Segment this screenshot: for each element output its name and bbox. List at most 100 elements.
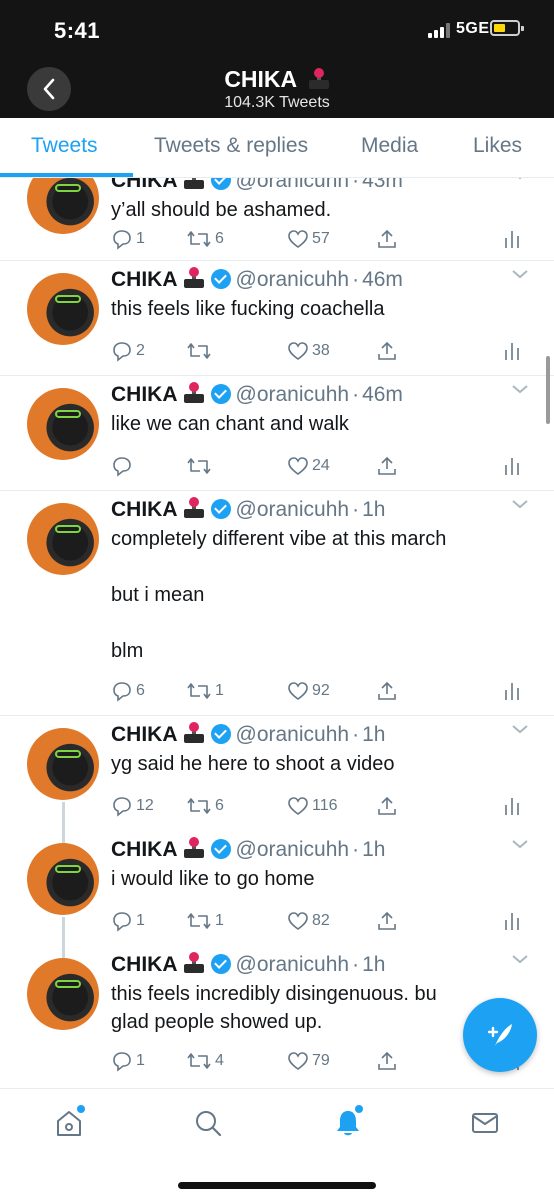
analytics-button[interactable] — [503, 791, 521, 821]
chevron-down-icon[interactable] — [511, 499, 529, 509]
tweet-item[interactable]: CHIKA @oranicuhh · 43m y’all should be asha… — [0, 178, 554, 261]
retweet-button[interactable]: 6 — [186, 224, 224, 254]
tweet-text: this feels like fucking coachella — [111, 298, 385, 320]
share-button[interactable] — [376, 791, 398, 821]
analytics-button[interactable] — [503, 906, 521, 936]
retweet-button[interactable] — [186, 336, 215, 366]
retweet-button[interactable]: 4 — [186, 1046, 224, 1076]
chevron-down-icon[interactable] — [511, 724, 529, 734]
share-button[interactable] — [376, 224, 398, 254]
tweet-author-name[interactable]: CHIKA — [111, 953, 178, 976]
share-button[interactable] — [376, 451, 398, 481]
like-button[interactable]: 79 — [287, 1046, 330, 1076]
nav-messages[interactable] — [465, 1103, 505, 1143]
notifications-dot — [355, 1105, 363, 1113]
reply-button[interactable]: 2 — [111, 336, 145, 366]
avatar[interactable] — [27, 843, 99, 915]
analytics-icon — [505, 231, 519, 248]
tweet-handle[interactable]: @oranicuhh — [236, 268, 350, 291]
compose-tweet-button[interactable] — [463, 998, 537, 1072]
nav-home[interactable] — [49, 1103, 89, 1143]
nav-notifications[interactable] — [328, 1103, 368, 1143]
heart-icon — [288, 797, 308, 815]
like-button[interactable]: 116 — [287, 791, 338, 821]
network-type: 5GE — [456, 20, 490, 37]
tweet-author-name[interactable]: CHIKA — [111, 178, 178, 192]
retweet-icon — [187, 798, 211, 814]
tweet-author-name[interactable]: CHIKA — [111, 498, 178, 521]
home-notification-dot — [77, 1105, 85, 1113]
analytics-button[interactable] — [503, 451, 521, 481]
tab-media[interactable]: Media — [361, 134, 418, 158]
tweet-feed[interactable]: CHIKA @oranicuhh · 43m y’all should be asha… — [0, 178, 554, 1088]
tweet-handle[interactable]: @oranicuhh — [236, 498, 350, 521]
tweet-author-name[interactable]: CHIKA — [111, 723, 178, 746]
tweet-handle[interactable]: @oranicuhh — [236, 178, 350, 192]
like-button[interactable]: 82 — [287, 906, 330, 936]
tweet-handle[interactable]: @oranicuhh — [236, 838, 350, 861]
tab-likes[interactable]: Likes — [473, 134, 522, 158]
like-button[interactable]: 24 — [287, 451, 330, 481]
scrollbar[interactable] — [546, 356, 550, 424]
nav-search[interactable] — [188, 1103, 228, 1143]
chevron-down-icon[interactable] — [511, 839, 529, 849]
chevron-down-icon[interactable] — [511, 384, 529, 394]
tweet-actions: 1 1 82 — [111, 906, 534, 936]
analytics-button[interactable] — [503, 224, 521, 254]
chevron-down-icon[interactable] — [511, 269, 529, 279]
reply-button[interactable]: 12 — [111, 791, 154, 821]
reply-icon — [113, 342, 131, 362]
thread-line — [62, 946, 65, 958]
mail-icon — [472, 1113, 498, 1133]
tweet-item[interactable]: CHIKA @oranicuhh · 1h yg said he here to sh… — [0, 716, 554, 831]
analytics-icon — [505, 913, 519, 930]
reply-button[interactable]: 1 — [111, 224, 145, 254]
tweet-time: 1h — [362, 838, 386, 861]
retweet-button[interactable]: 6 — [186, 791, 224, 821]
active-tab-indicator — [0, 173, 133, 177]
retweet-button[interactable]: 1 — [186, 676, 224, 706]
share-button[interactable] — [376, 336, 398, 366]
avatar[interactable] — [27, 958, 99, 1030]
tweet-item[interactable]: CHIKA @oranicuhh · 46m this feels like fuck… — [0, 261, 554, 376]
tweet-item[interactable]: CHIKA @oranicuhh · 1h completely different … — [0, 491, 554, 716]
avatar[interactable] — [27, 178, 99, 234]
tab-tweets-replies[interactable]: Tweets & replies — [154, 134, 308, 158]
avatar[interactable] — [27, 388, 99, 460]
tweet-header: CHIKA @oranicuhh · 1h — [111, 497, 386, 521]
share-button[interactable] — [376, 1046, 398, 1076]
tweet-text: completely different vibe at this march … — [111, 528, 447, 662]
tweet-handle[interactable]: @oranicuhh — [236, 383, 350, 406]
avatar[interactable] — [27, 728, 99, 800]
share-button[interactable] — [376, 906, 398, 936]
chevron-down-icon[interactable] — [511, 178, 529, 180]
like-button[interactable]: 38 — [287, 336, 330, 366]
tweet-author-name[interactable]: CHIKA — [111, 838, 178, 861]
tweet-author-name[interactable]: CHIKA — [111, 268, 178, 291]
analytics-button[interactable] — [503, 336, 521, 366]
tweet-time: 1h — [362, 953, 386, 976]
like-button[interactable]: 57 — [287, 224, 330, 254]
retweet-button[interactable] — [186, 451, 215, 481]
tweet-text: like we can chant and walk — [111, 413, 349, 435]
reply-button[interactable]: 1 — [111, 906, 145, 936]
tweet-header: CHIKA @oranicuhh · 46m — [111, 382, 403, 406]
tab-tweets[interactable]: Tweets — [31, 134, 98, 158]
analytics-button[interactable] — [503, 676, 521, 706]
avatar[interactable] — [27, 503, 99, 575]
tweet-header: CHIKA @oranicuhh · 1h — [111, 837, 386, 861]
tweet-handle[interactable]: @oranicuhh — [236, 953, 350, 976]
share-button[interactable] — [376, 676, 398, 706]
reply-button[interactable] — [111, 451, 136, 481]
retweet-button[interactable]: 1 — [186, 906, 224, 936]
reply-button[interactable]: 1 — [111, 1046, 145, 1076]
tweet-item[interactable]: CHIKA @oranicuhh · 1h i would like to go ho… — [0, 831, 554, 946]
chevron-down-icon[interactable] — [511, 954, 529, 964]
like-button[interactable]: 92 — [287, 676, 330, 706]
heart-icon — [288, 230, 308, 248]
tweet-handle[interactable]: @oranicuhh — [236, 723, 350, 746]
tweet-item[interactable]: CHIKA @oranicuhh · 46m like we can chant an… — [0, 376, 554, 491]
reply-button[interactable]: 6 — [111, 676, 145, 706]
avatar[interactable] — [27, 273, 99, 345]
tweet-author-name[interactable]: CHIKA — [111, 383, 178, 406]
